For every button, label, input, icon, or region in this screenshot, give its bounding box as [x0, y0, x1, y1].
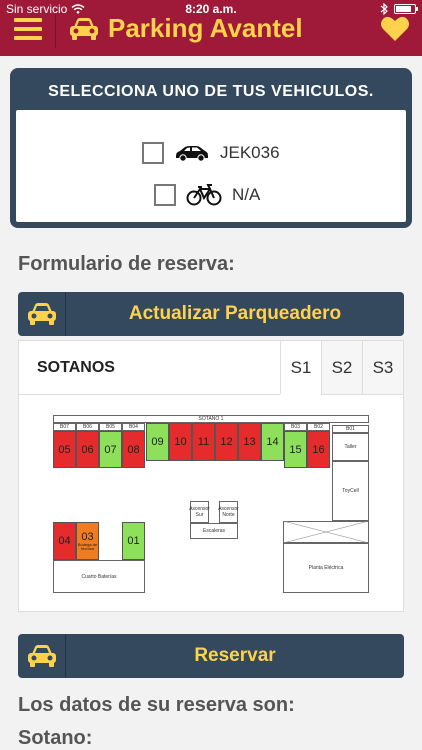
vehicle-option-bike[interactable]: N/A	[154, 184, 260, 206]
parking-spot-15[interactable]: 15	[284, 431, 307, 468]
parking-spot-16[interactable]: 16	[307, 431, 330, 468]
basement-tabs: SOTANOS S1 S2 S3	[19, 341, 403, 395]
parking-map-card: SOTANOS S1 S2 S3 SOTANO 1 B07 B06 B05 B0…	[18, 340, 404, 612]
sotano-label: Sotano:	[18, 727, 93, 749]
map-header-strip: SOTANO 1	[53, 415, 369, 423]
app-title-text: Parking Avantel	[108, 13, 303, 43]
spot-header: B06	[76, 423, 99, 431]
reserve-label: Reservar	[194, 645, 276, 666]
status-right	[380, 3, 418, 15]
vehicle-label-car: JEK036	[220, 143, 280, 162]
update-parking-label: Actualizar Parqueadero	[128, 303, 342, 324]
summary-label: Los datos de su reserva son:	[18, 694, 295, 716]
car-icon	[27, 303, 56, 325]
parking-spot-11[interactable]: 11	[192, 423, 215, 461]
heart-icon	[381, 16, 409, 41]
map-header-label: SOTANO 1	[198, 416, 224, 422]
form-label: Formulario de reserva:	[18, 253, 235, 275]
map-title: SOTANOS	[37, 359, 115, 376]
vehicle-checkbox-car[interactable]	[142, 142, 164, 164]
menu-button[interactable]	[14, 18, 42, 42]
parking-spot-14[interactable]: 14	[261, 423, 284, 461]
parking-spot-04[interactable]: 04	[53, 522, 76, 560]
room-planta: Planta Eléctrica	[283, 543, 369, 593]
car-icon	[176, 146, 208, 162]
spot-header: B03	[284, 423, 307, 431]
parking-spot-12[interactable]: 12	[215, 423, 238, 461]
reserve-car-icon-box	[18, 634, 66, 678]
ramp-lines	[284, 521, 368, 543]
spot-header: B05	[99, 423, 122, 431]
carrier-label: Sin servicio	[6, 2, 68, 16]
room-toycell: ToyCell	[332, 461, 369, 521]
bicycle-icon	[186, 184, 222, 206]
vehicle-checkbox-bike[interactable]	[154, 184, 176, 206]
vehicle-selector-heading: SELECCIONA UNO DE TUS VEHICULOS.	[48, 83, 374, 100]
header-divider	[55, 14, 56, 48]
tab-s3[interactable]: S3	[362, 341, 403, 394]
battery-icon	[394, 4, 418, 14]
parking-map: SOTANO 1 B07 B06 B05 B04 B03 B02 B01 05 …	[19, 395, 405, 613]
update-car-icon-box	[18, 292, 66, 336]
room-taller: Taller	[332, 433, 369, 461]
app-title: Parking Avantel	[68, 13, 303, 44]
reserve-button[interactable]: Reservar	[18, 634, 404, 678]
tab-s2[interactable]: S2	[321, 341, 362, 394]
car-icon	[70, 17, 98, 40]
bluetooth-icon	[380, 3, 388, 15]
vehicle-label-bike: N/A	[232, 185, 261, 204]
parking-spot-06[interactable]: 06	[76, 431, 99, 468]
parking-spot-10[interactable]: 10	[169, 423, 192, 461]
car-icon	[27, 645, 56, 667]
parking-spot-01[interactable]: 01	[122, 522, 145, 560]
ramp-area	[283, 521, 369, 543]
parking-spot-09[interactable]: 09	[146, 423, 169, 461]
favorites-button[interactable]	[380, 15, 410, 43]
parking-spot-07[interactable]: 07	[99, 431, 122, 468]
elevator-north: Ascensor Norte	[218, 501, 239, 523]
spot-header: B04	[122, 423, 145, 431]
parking-spot-08[interactable]: 08	[122, 431, 145, 468]
parking-spot-03[interactable]: 03 Bodega de técnica	[76, 522, 99, 560]
elevator-south: Ascensor Sur	[189, 501, 210, 523]
parking-spot-13[interactable]: 13	[238, 423, 261, 461]
app-header: Sin servicio 8:20 a.m. Parking Avantel	[0, 0, 422, 56]
room-cuarto-baterias: Cuarto Baterías	[53, 560, 145, 593]
update-parking-button[interactable]: Actualizar Parqueadero	[18, 292, 404, 336]
b01-label: B01	[332, 425, 369, 433]
spot-header: B02	[307, 423, 330, 431]
tab-s1[interactable]: S1	[280, 341, 321, 395]
vehicle-selector: SELECCIONA UNO DE TUS VEHICULOS. JEK036 …	[10, 68, 412, 228]
stairs: Escaleras	[190, 523, 238, 539]
parking-spot-03-sub: Bodega de técnica	[77, 542, 98, 551]
vehicle-option-car[interactable]: JEK036	[142, 142, 280, 164]
spot-header: B07	[53, 423, 76, 431]
parking-spot-05[interactable]: 05	[53, 431, 76, 468]
vehicle-list: JEK036 N/A	[16, 110, 406, 222]
